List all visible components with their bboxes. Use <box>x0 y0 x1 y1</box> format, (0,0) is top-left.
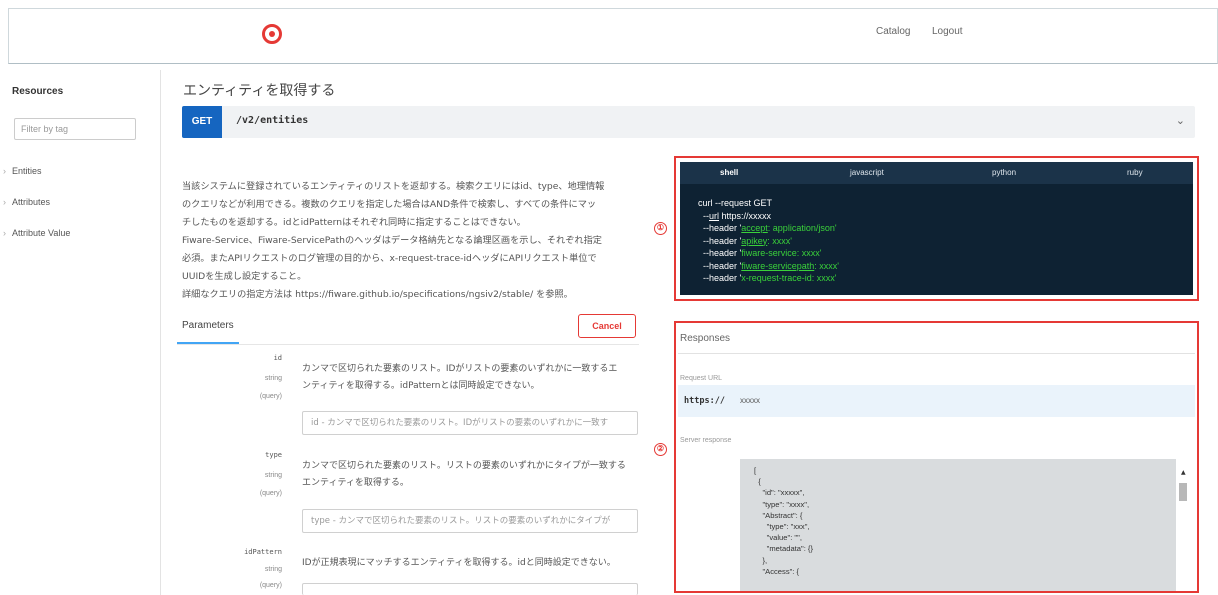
param-location: (query) <box>259 582 282 589</box>
sidebar-item-attribute-value[interactable]: Attribute Value <box>3 228 70 238</box>
code-line: --header 'fiware-service: xxxx' <box>698 247 839 260</box>
code-text: --header ' <box>703 260 742 271</box>
endpoint-summary-bar[interactable]: GET /v2/entities ⌄ <box>182 106 1195 138</box>
request-url-host: xxxxx <box>740 396 760 405</box>
tab-parameters[interactable]: Parameters <box>182 320 234 331</box>
annotation-marker-2: ② <box>654 443 667 456</box>
http-method-badge: GET <box>182 106 222 138</box>
code-text: accept <box>741 223 768 233</box>
sidebar-item-entities[interactable]: Entities <box>3 166 41 176</box>
code-text: : xxxx' <box>767 235 793 246</box>
code-line: --header 'apikey: xxxx' <box>698 235 839 248</box>
param-name-id: id <box>273 354 282 362</box>
sidebar-item-attributes[interactable]: Attributes <box>3 197 50 207</box>
code-text: url <box>709 210 720 221</box>
server-response-label: Server response <box>680 437 732 444</box>
param-description-line: カンマで区切られた要素のリスト。IDがリストの要素のいずれかに一致するエ <box>302 364 618 374</box>
page-title: エンティティを取得する <box>183 83 336 99</box>
filter-by-tag-input[interactable]: Filter by tag <box>14 118 136 140</box>
description-line: チしたものを返却する。idとidPatternはそれぞれ同時に指定することはでき… <box>182 217 526 228</box>
code-line: --header 'fiware-servicepath: xxxx' <box>698 260 839 273</box>
request-url-protocol: https:// <box>684 396 725 406</box>
param-description-idpattern: IDが正規表現にマッチするエンティティを取得する。idと同時設定できない。 <box>302 555 642 572</box>
param-idpattern-input[interactable] <box>302 583 638 595</box>
tab-javascript[interactable]: javascript <box>850 168 884 177</box>
description-line: Fiware-Service、Fiware-ServicePathのヘッダはデー… <box>182 235 602 246</box>
nav-logout-link[interactable]: Logout <box>932 26 963 37</box>
code-snippet: curl --request GET --url https://xxxxx -… <box>698 197 839 285</box>
divider <box>678 353 1195 354</box>
code-line: --url https://xxxxx <box>698 210 839 223</box>
code-language-tabs: shell javascript python ruby <box>680 162 1193 184</box>
endpoint-path: /v2/entities <box>236 115 309 126</box>
param-description-line: IDが正規表現にマッチするエンティティを取得する。idと同時設定できない。 <box>302 558 616 568</box>
param-description-id: カンマで区切られた要素のリスト。IDがリストの要素のいずれかに一致するエ ンティ… <box>302 361 642 395</box>
param-id-input[interactable]: id - カンマで区切られた要素のリスト。IDがリストの要素のいずれかに一致す <box>302 411 638 435</box>
target-logo-icon[interactable] <box>262 24 282 44</box>
sidebar-title: Resources <box>12 86 64 97</box>
scrollbar-thumb[interactable] <box>1179 483 1187 501</box>
param-name-idpattern: idPattern <box>244 548 282 556</box>
scroll-up-arrow-icon[interactable]: ▲ <box>1181 469 1186 476</box>
responses-panel: Responses Request URL https:// xxxxx Ser… <box>674 321 1199 593</box>
param-name-type: type <box>265 451 282 459</box>
divider <box>177 344 639 345</box>
code-text: : xxxx' <box>814 260 840 271</box>
sidebar <box>0 70 161 595</box>
param-type: string <box>264 566 282 573</box>
code-sample-body: shell javascript python ruby curl --requ… <box>680 162 1193 295</box>
param-location: (query) <box>259 490 282 497</box>
cancel-button[interactable]: Cancel <box>578 314 636 338</box>
code-sample-panel: shell javascript python ruby curl --requ… <box>674 156 1199 301</box>
code-text: apikey <box>741 235 768 246</box>
code-text: --header ' <box>703 235 742 246</box>
annotation-marker-1: ① <box>654 222 667 235</box>
description-line: 当該システムに登録されているエンティティのリストを返却する。検索クエリにはid、… <box>182 181 605 192</box>
chevron-down-icon[interactable]: ⌄ <box>1176 114 1185 127</box>
param-location: (query) <box>259 393 282 400</box>
top-navbar <box>8 8 1218 64</box>
code-text: fiware-servicepath <box>741 260 815 271</box>
param-type: string <box>264 375 282 382</box>
code-text: --header ' <box>703 273 742 283</box>
param-type-input[interactable]: type - カンマで区切られた要素のリスト。リストの要素のいずれかにタイプが <box>302 509 638 533</box>
tab-ruby[interactable]: ruby <box>1127 168 1143 177</box>
code-line: --header 'accept: application/json' <box>698 222 839 235</box>
param-description-line: カンマで区切られた要素のリスト。リストの要素のいずれかにタイプが一致する <box>302 461 626 471</box>
nav-catalog-link[interactable]: Catalog <box>876 26 910 37</box>
description-line: 必須。またAPIリクエストのログ管理の目的から、x-request-trace-… <box>182 253 597 264</box>
request-url-label: Request URL <box>680 375 723 382</box>
code-line: curl --request GET <box>698 197 839 210</box>
param-description-line: ンティティを取得する。idPatternとは同時設定できない。 <box>302 381 540 391</box>
code-text: --header ' <box>703 248 742 258</box>
response-json: [ { "id": "xxxxx", "type": "xxxx", "Abst… <box>754 466 814 576</box>
param-description-type: カンマで区切られた要素のリスト。リストの要素のいずれかにタイプが一致する エンテ… <box>302 458 642 492</box>
description-line: のクエリなどが利用できる。複数のクエリを指定した場合はAND条件で検索し、すべて… <box>182 199 597 210</box>
description-line: UUIDを生成し設定すること。 <box>182 271 307 282</box>
code-text: https://xxxxx <box>719 210 772 221</box>
request-url-bar: https:// xxxxx <box>678 385 1195 417</box>
code-text: x-request-trace-id: xxxx' <box>741 273 837 283</box>
tab-shell[interactable]: shell <box>720 168 738 177</box>
description-line: 詳細なクエリの指定方法は https://fiware.github.io/sp… <box>182 289 573 300</box>
code-text: : application/json' <box>767 223 837 233</box>
responses-title: Responses <box>680 333 731 344</box>
code-text: fiware-service: xxxx' <box>741 248 822 258</box>
code-text: curl --request GET <box>698 198 773 208</box>
param-description-line: エンティティを取得する。 <box>302 478 409 488</box>
tab-python[interactable]: python <box>992 168 1016 177</box>
response-body-pane[interactable]: [ { "id": "xxxxx", "type": "xxxx", "Abst… <box>740 459 1176 591</box>
code-text: --header ' <box>703 223 742 233</box>
operation-description: 当該システムに登録されているエンティティのリストを返却する。検索クエリにはid、… <box>182 178 652 304</box>
code-line: --header 'x-request-trace-id: xxxx' <box>698 272 839 285</box>
param-type: string <box>264 472 282 479</box>
